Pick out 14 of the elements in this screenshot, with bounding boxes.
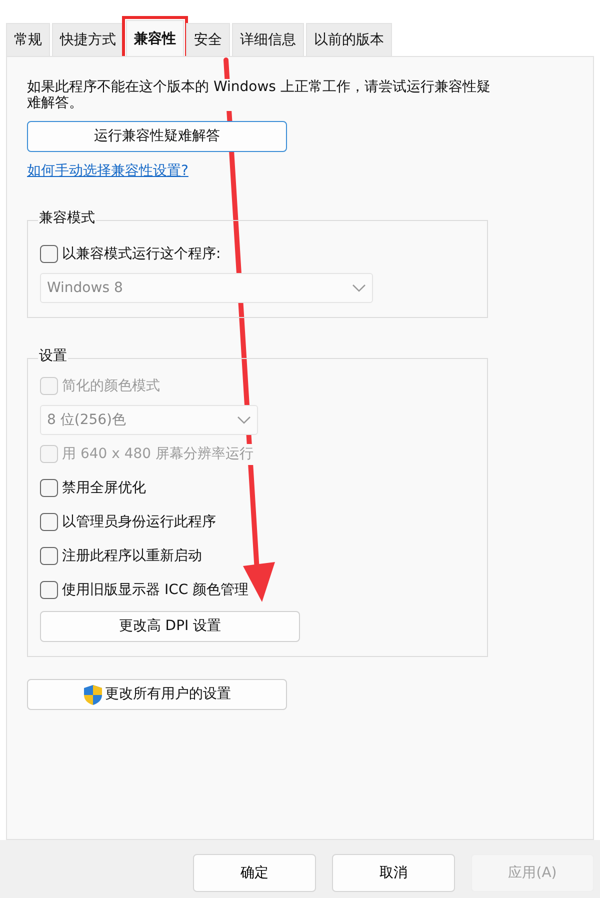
checkbox-label: 用 640 x 480 屏幕分辨率运行 xyxy=(62,444,254,465)
tab[interactable]: 快捷方式 xyxy=(52,23,124,56)
dialog-button[interactable]: 确定 xyxy=(193,854,316,892)
group-title: 兼容模式 xyxy=(38,210,96,227)
dpi-settings-button[interactable]: 更改高 DPI 设置 xyxy=(40,611,300,642)
help-link[interactable]: 如何手动选择兼容性设置? xyxy=(27,161,188,182)
troubleshoot-button[interactable]: 运行兼容性疑难解答 xyxy=(27,121,287,152)
tab[interactable]: 常规 xyxy=(6,23,50,56)
tab[interactable]: 详细信息 xyxy=(232,23,304,56)
all-users-button[interactable]: 更改所有用户的设置 xyxy=(27,679,287,710)
tab[interactable]: 以前的版本 xyxy=(306,23,392,56)
dialog-button[interactable]: 取消 xyxy=(332,854,455,892)
group-title: 设置 xyxy=(38,348,68,365)
tab[interactable]: 安全 xyxy=(186,23,230,56)
